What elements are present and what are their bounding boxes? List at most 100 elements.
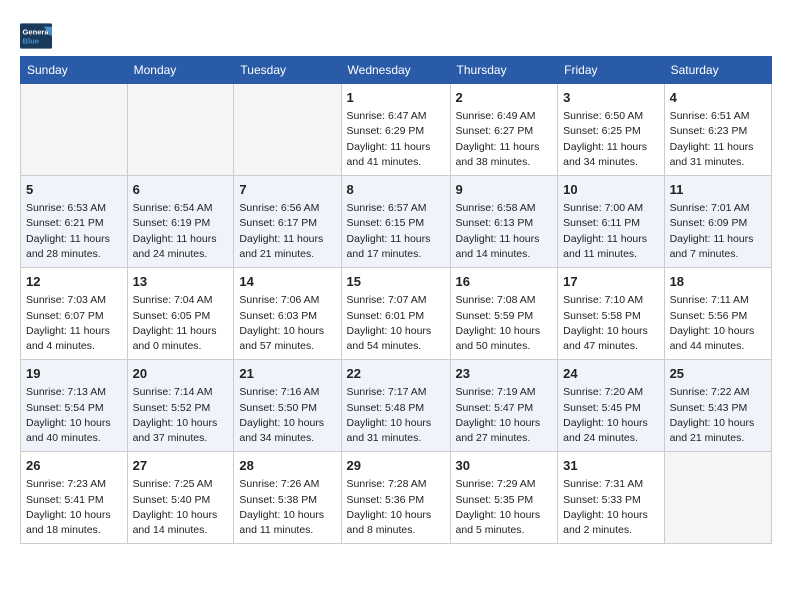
calendar-day-cell: 17Sunrise: 7:10 AM Sunset: 5:58 PM Dayli… (558, 268, 664, 360)
logo: General Blue (20, 22, 56, 50)
day-number: 11 (670, 181, 766, 199)
calendar-empty-cell (234, 84, 341, 176)
day-number: 28 (239, 457, 335, 475)
calendar-day-cell: 12 Sunrise: 7:03 AM Sunset: 6:07 PM Dayli… (21, 268, 128, 360)
calendar-day-cell: 31 Sunrise: 7:31 AM Sunset: 5:33 PM Dayli… (558, 452, 664, 544)
calendar-empty-cell (664, 452, 771, 544)
day-info: Sunrise: 7:29 AM Sunset: 5:35 PM Dayligh… (456, 477, 553, 538)
svg-text:Blue: Blue (23, 37, 39, 46)
calendar-day-cell: 30 Sunrise: 7:29 AM Sunset: 5:35 PM Dayli… (450, 452, 558, 544)
calendar-day-cell: 7 Sunrise: 6:56 AM Sunset: 6:17 PM Daylig… (234, 176, 341, 268)
calendar-day-cell: 3 Sunrise: 6:50 AM Sunset: 6:25 PM Daylig… (558, 84, 664, 176)
calendar-empty-cell (21, 84, 128, 176)
weekday-header-tuesday: Tuesday (234, 57, 341, 84)
day-number: 24 (563, 365, 658, 383)
day-number: 17 (563, 273, 658, 291)
calendar-week-row: 26 Sunrise: 7:23 AM Sunset: 5:41 PM Dayli… (21, 452, 772, 544)
day-number: 15 (347, 273, 445, 291)
weekday-header-thursday: Thursday (450, 57, 558, 84)
day-number: 5 (26, 181, 122, 199)
calendar-day-cell: 21Sunrise: 7:16 AM Sunset: 5:50 PM Dayli… (234, 360, 341, 452)
header: General Blue (20, 18, 772, 50)
calendar-week-row: 12 Sunrise: 7:03 AM Sunset: 6:07 PM Dayli… (21, 268, 772, 360)
day-number: 29 (347, 457, 445, 475)
day-number: 13 (133, 273, 229, 291)
day-info: Sunrise: 7:16 AM Sunset: 5:50 PM Dayligh… (239, 385, 335, 446)
day-info: Sunrise: 7:13 AM Sunset: 5:54 PM Dayligh… (26, 385, 122, 446)
day-info: Sunrise: 7:01 AM Sunset: 6:09 PM Dayligh… (670, 201, 766, 262)
day-info: Sunrise: 7:19 AM Sunset: 5:47 PM Dayligh… (456, 385, 553, 446)
day-number: 14 (239, 273, 335, 291)
calendar-day-cell: 13Sunrise: 7:04 AM Sunset: 6:05 PM Dayli… (127, 268, 234, 360)
calendar-day-cell: 6 Sunrise: 6:54 AM Sunset: 6:19 PM Daylig… (127, 176, 234, 268)
calendar-table: SundayMondayTuesdayWednesdayThursdayFrid… (20, 56, 772, 544)
day-number: 16 (456, 273, 553, 291)
day-number: 27 (133, 457, 229, 475)
day-number: 8 (347, 181, 445, 199)
page-container: General Blue SundayMondayTuesdayWednesda… (0, 0, 792, 554)
day-number: 10 (563, 181, 658, 199)
calendar-day-cell: 2 Sunrise: 6:49 AM Sunset: 6:27 PM Daylig… (450, 84, 558, 176)
day-info: Sunrise: 6:49 AM Sunset: 6:27 PM Dayligh… (456, 109, 553, 170)
day-info: Sunrise: 7:22 AM Sunset: 5:43 PM Dayligh… (670, 385, 766, 446)
day-info: Sunrise: 7:07 AM Sunset: 6:01 PM Dayligh… (347, 293, 445, 354)
day-info: Sunrise: 7:28 AM Sunset: 5:36 PM Dayligh… (347, 477, 445, 538)
calendar-day-cell: 29 Sunrise: 7:28 AM Sunset: 5:36 PM Dayli… (341, 452, 450, 544)
day-number: 6 (133, 181, 229, 199)
day-number: 7 (239, 181, 335, 199)
calendar-day-cell: 9 Sunrise: 6:58 AM Sunset: 6:13 PM Daylig… (450, 176, 558, 268)
calendar-day-cell: 15 Sunrise: 7:07 AM Sunset: 6:01 PM Dayli… (341, 268, 450, 360)
calendar-day-cell: 28 Sunrise: 7:26 AM Sunset: 5:38 PM Dayli… (234, 452, 341, 544)
day-info: Sunrise: 7:00 AM Sunset: 6:11 PM Dayligh… (563, 201, 658, 262)
day-number: 12 (26, 273, 122, 291)
calendar-week-row: 19 Sunrise: 7:13 AM Sunset: 5:54 PM Dayli… (21, 360, 772, 452)
day-number: 19 (26, 365, 122, 383)
day-info: Sunrise: 7:23 AM Sunset: 5:41 PM Dayligh… (26, 477, 122, 538)
day-number: 1 (347, 89, 445, 107)
calendar-day-cell: 24Sunrise: 7:20 AM Sunset: 5:45 PM Dayli… (558, 360, 664, 452)
weekday-header-sunday: Sunday (21, 57, 128, 84)
day-info: Sunrise: 6:50 AM Sunset: 6:25 PM Dayligh… (563, 109, 658, 170)
day-info: Sunrise: 7:31 AM Sunset: 5:33 PM Dayligh… (563, 477, 658, 538)
weekday-header-saturday: Saturday (664, 57, 771, 84)
calendar-day-cell: 20 Sunrise: 7:14 AM Sunset: 5:52 PM Dayli… (127, 360, 234, 452)
weekday-header-row: SundayMondayTuesdayWednesdayThursdayFrid… (21, 57, 772, 84)
day-info: Sunrise: 6:53 AM Sunset: 6:21 PM Dayligh… (26, 201, 122, 262)
day-number: 22 (347, 365, 445, 383)
calendar-day-cell: 19 Sunrise: 7:13 AM Sunset: 5:54 PM Dayli… (21, 360, 128, 452)
day-number: 31 (563, 457, 658, 475)
calendar-week-row: 5 Sunrise: 6:53 AM Sunset: 6:21 PM Daylig… (21, 176, 772, 268)
day-number: 26 (26, 457, 122, 475)
calendar-day-cell: 11 Sunrise: 7:01 AM Sunset: 6:09 PM Dayli… (664, 176, 771, 268)
weekday-header-monday: Monday (127, 57, 234, 84)
day-number: 9 (456, 181, 553, 199)
day-number: 25 (670, 365, 766, 383)
day-info: Sunrise: 7:26 AM Sunset: 5:38 PM Dayligh… (239, 477, 335, 538)
calendar-day-cell: 27 Sunrise: 7:25 AM Sunset: 5:40 PM Dayli… (127, 452, 234, 544)
day-info: Sunrise: 7:25 AM Sunset: 5:40 PM Dayligh… (133, 477, 229, 538)
calendar-day-cell: 4Sunrise: 6:51 AM Sunset: 6:23 PM Daylig… (664, 84, 771, 176)
day-info: Sunrise: 6:58 AM Sunset: 6:13 PM Dayligh… (456, 201, 553, 262)
day-info: Sunrise: 7:03 AM Sunset: 6:07 PM Dayligh… (26, 293, 122, 354)
calendar-day-cell: 14Sunrise: 7:06 AM Sunset: 6:03 PM Dayli… (234, 268, 341, 360)
day-info: Sunrise: 6:54 AM Sunset: 6:19 PM Dayligh… (133, 201, 229, 262)
day-info: Sunrise: 6:47 AM Sunset: 6:29 PM Dayligh… (347, 109, 445, 170)
calendar-day-cell: 26 Sunrise: 7:23 AM Sunset: 5:41 PM Dayli… (21, 452, 128, 544)
day-info: Sunrise: 6:57 AM Sunset: 6:15 PM Dayligh… (347, 201, 445, 262)
calendar-day-cell: 18Sunrise: 7:11 AM Sunset: 5:56 PM Dayli… (664, 268, 771, 360)
calendar-day-cell: 25 Sunrise: 7:22 AM Sunset: 5:43 PM Dayli… (664, 360, 771, 452)
day-info: Sunrise: 6:56 AM Sunset: 6:17 PM Dayligh… (239, 201, 335, 262)
day-info: Sunrise: 7:14 AM Sunset: 5:52 PM Dayligh… (133, 385, 229, 446)
calendar-day-cell: 22Sunrise: 7:17 AM Sunset: 5:48 PM Dayli… (341, 360, 450, 452)
day-number: 20 (133, 365, 229, 383)
weekday-header-friday: Friday (558, 57, 664, 84)
logo-icon: General Blue (20, 22, 52, 50)
day-number: 3 (563, 89, 658, 107)
day-number: 30 (456, 457, 553, 475)
calendar-day-cell: 8 Sunrise: 6:57 AM Sunset: 6:15 PM Daylig… (341, 176, 450, 268)
calendar-day-cell: 1 Sunrise: 6:47 AM Sunset: 6:29 PM Daylig… (341, 84, 450, 176)
day-info: Sunrise: 6:51 AM Sunset: 6:23 PM Dayligh… (670, 109, 766, 170)
day-info: Sunrise: 7:11 AM Sunset: 5:56 PM Dayligh… (670, 293, 766, 354)
calendar-day-cell: 5 Sunrise: 6:53 AM Sunset: 6:21 PM Daylig… (21, 176, 128, 268)
day-number: 2 (456, 89, 553, 107)
